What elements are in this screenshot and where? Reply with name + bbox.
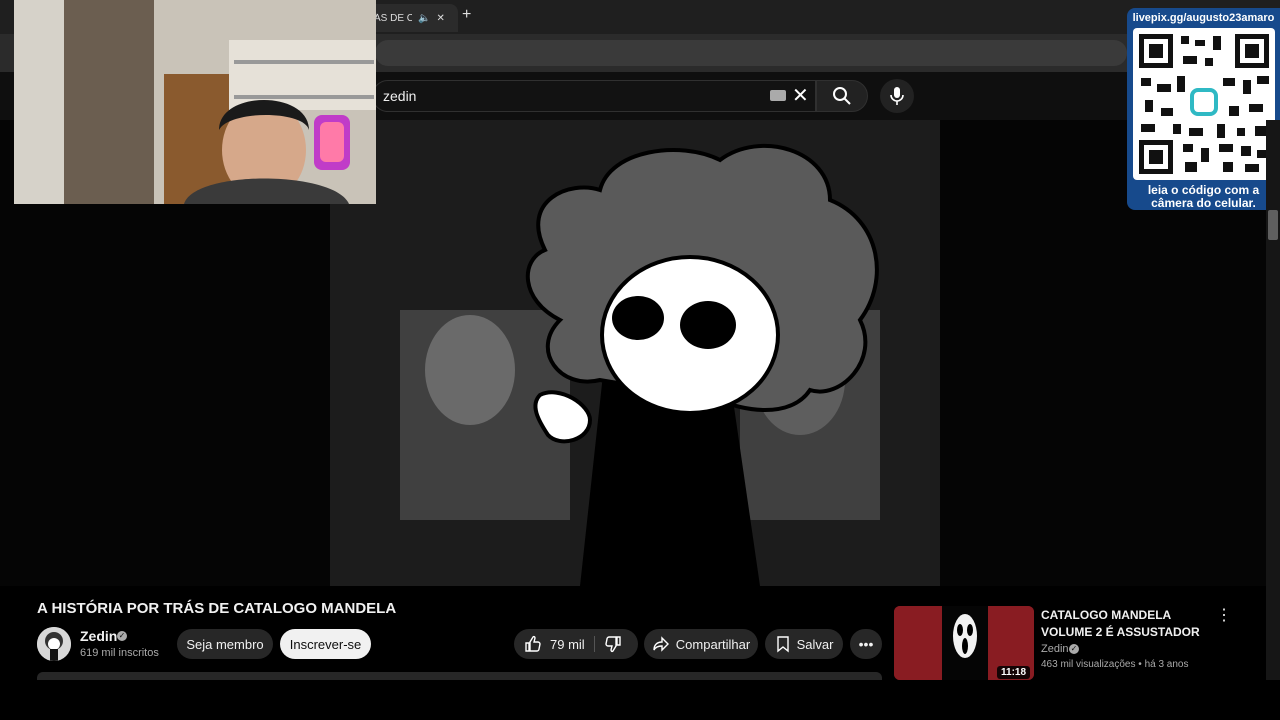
verified-icon: ✓ [117,631,127,641]
donation-qr-panel: livepix.gg/augusto23amaro leia o código … [1127,8,1280,210]
subscriber-count: 619 mil inscritos [80,647,159,659]
save-label: Salvar [796,636,834,652]
search-input[interactable]: zedin [372,80,816,112]
video-title: A HISTÓRIA POR TRÁS DE CATALOGO MANDELA [37,600,397,617]
voice-search-button[interactable] [880,79,914,113]
like-icon[interactable] [524,635,542,653]
mic-icon [890,87,904,105]
browser-tab[interactable]: ÁS DE C 🔈 ✕ [362,4,458,32]
keyboard-icon[interactable] [770,90,786,101]
search-button[interactable] [816,80,868,112]
channel-name[interactable]: Zedin [80,628,117,644]
more-actions-button[interactable]: ••• [850,629,882,659]
scrollbar-thumb[interactable] [1268,210,1278,240]
recommended-views: 463 mil visualizações [1041,659,1136,670]
save-icon [776,636,789,653]
share-icon [653,636,669,652]
tab-close-icon[interactable]: ✕ [436,13,444,24]
tab-title: ÁS DE C [374,12,412,24]
clear-icon[interactable]: ✕ [792,84,809,108]
subscribe-button[interactable]: Inscrever-se [280,629,371,659]
avatar-image [37,627,71,661]
recommended-meta: 463 mil visualizações • há 3 anos [1041,659,1189,670]
webcam-image [14,0,376,204]
page-scrollbar[interactable] [1266,120,1280,680]
qr-caption-line2: câmera do celular. [1151,196,1256,210]
verified-icon: ✓ [1069,644,1079,654]
dislike-icon[interactable] [604,635,622,653]
subscribe-label: Inscrever-se [289,636,362,652]
new-tab-button[interactable]: + [462,6,471,24]
join-member-label: Seja membro [186,636,264,652]
description-box[interactable] [37,672,882,680]
recommended-age: há 3 anos [1144,659,1189,670]
bottom-letterbox [0,680,1280,720]
audio-icon: 🔈 [418,12,431,24]
recommended-title[interactable]: CATALOGO MANDELA VOLUME 2 É ASSUSTADOR [1041,607,1217,641]
search-icon [833,87,851,105]
recommended-channel[interactable]: Zedin [1041,643,1069,655]
video-duration: 11:18 [997,666,1031,679]
qr-url: livepix.gg/augusto23amaro [1132,12,1275,24]
channel-avatar[interactable] [37,627,71,661]
like-dislike-bar: 79 mil [514,629,638,659]
qr-code [1133,28,1275,180]
share-label: Compartilhar [675,636,751,652]
qr-caption: leia o código com a câmera do celular. [1127,184,1280,210]
webcam-overlay [14,0,376,204]
address-bar[interactable] [375,40,1127,66]
qr-code-graphic [1139,34,1269,174]
more-vert-icon[interactable]: ⋮ [1216,607,1232,625]
save-button[interactable]: Salvar [765,629,843,659]
search-query: zedin [383,88,417,104]
join-member-button[interactable]: Seja membro [177,629,273,659]
more-actions-label: ••• [858,636,874,652]
like-count[interactable]: 79 mil [550,637,585,652]
like-separator [594,636,595,652]
share-button[interactable]: Compartilhar [644,629,758,659]
